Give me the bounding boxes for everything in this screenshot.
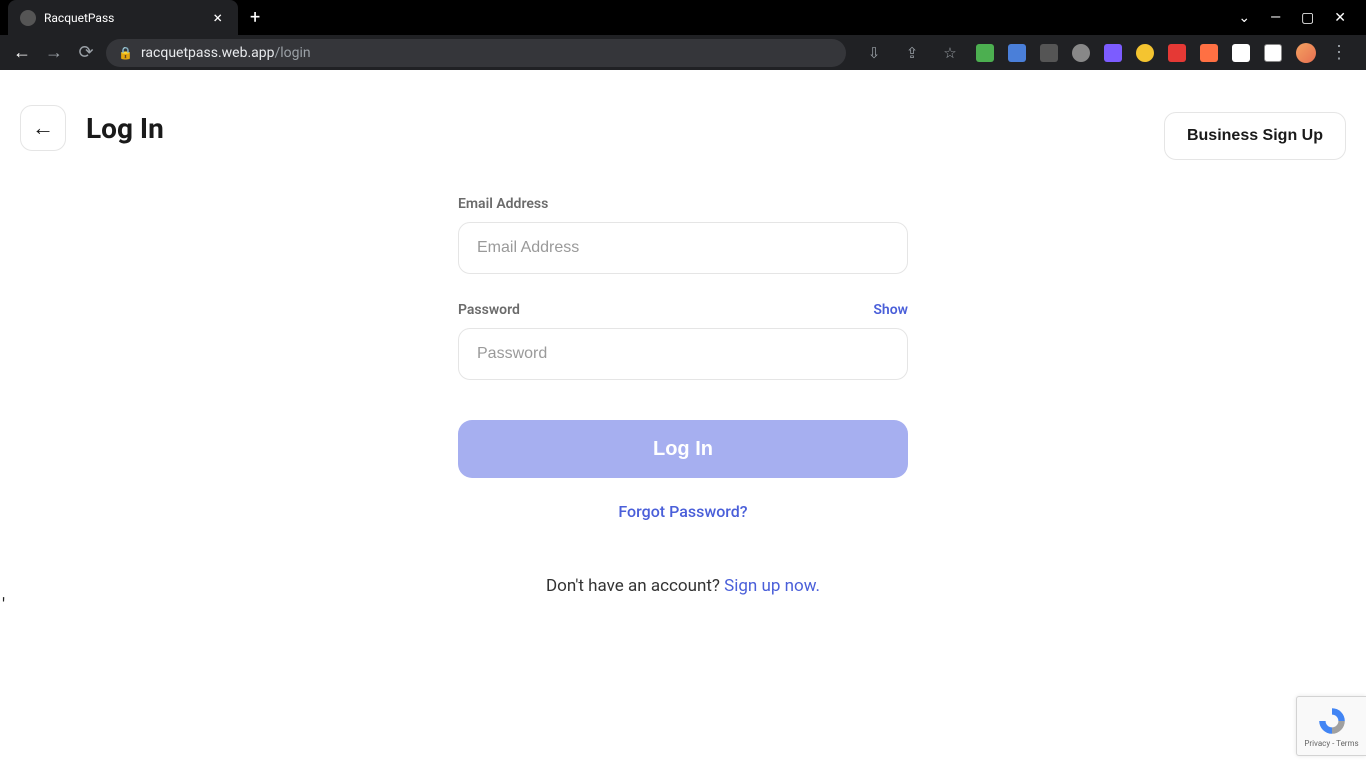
- new-tab-button[interactable]: +: [250, 7, 260, 28]
- window-controls: ⌄ — ▢ ✕: [1238, 10, 1366, 26]
- login-form: Email Address Password Show Log In Forgo…: [458, 196, 908, 596]
- chevron-down-icon[interactable]: ⌄: [1238, 10, 1250, 26]
- recaptcha-icon: [1316, 705, 1348, 737]
- back-button[interactable]: ←: [20, 105, 66, 151]
- password-input[interactable]: [458, 328, 908, 380]
- star-icon[interactable]: ☆: [938, 44, 962, 62]
- reload-icon[interactable]: ⟳: [74, 42, 98, 63]
- side-panel-icon[interactable]: [1264, 44, 1282, 62]
- page-content: ← Log In Business Sign Up Email Address …: [0, 70, 1366, 768]
- password-label: Password: [458, 302, 520, 318]
- extension-icon[interactable]: [1200, 44, 1218, 62]
- email-input[interactable]: [458, 222, 908, 274]
- address-bar[interactable]: 🔒 racquetpass.web.app/login: [106, 39, 846, 67]
- recaptcha-badge[interactable]: Privacy - Terms: [1296, 696, 1366, 756]
- stray-text: ': [2, 595, 5, 616]
- browser-tab[interactable]: RacquetPass ×: [8, 0, 238, 35]
- extension-icon[interactable]: [1136, 44, 1154, 62]
- tab-title: RacquetPass: [44, 11, 209, 25]
- url-host: racquetpass.web.app: [141, 45, 275, 61]
- browser-chrome: RacquetPass × + ⌄ — ▢ ✕ ← → ⟳ 🔒 racquetp…: [0, 0, 1366, 70]
- favicon-icon: [20, 10, 36, 26]
- extensions-puzzle-icon[interactable]: [1232, 44, 1250, 62]
- business-signup-button[interactable]: Business Sign Up: [1164, 112, 1346, 160]
- nav-back-icon[interactable]: ←: [10, 42, 34, 63]
- maximize-icon[interactable]: ▢: [1301, 10, 1314, 26]
- extension-icon[interactable]: [1104, 44, 1122, 62]
- download-icon[interactable]: ⇩: [862, 44, 886, 62]
- lock-icon: 🔒: [118, 46, 133, 60]
- signup-prompt-text: Don't have an account?: [546, 576, 724, 596]
- nav-forward-icon[interactable]: →: [42, 42, 66, 63]
- extension-icon[interactable]: [1008, 44, 1026, 62]
- show-password-link[interactable]: Show: [873, 302, 908, 318]
- menu-kebab-icon[interactable]: ⋮: [1330, 42, 1348, 63]
- profile-avatar[interactable]: [1296, 43, 1316, 63]
- email-label: Email Address: [458, 196, 548, 212]
- minimize-icon[interactable]: —: [1270, 10, 1281, 26]
- extension-icon[interactable]: [1072, 44, 1090, 62]
- signup-link[interactable]: Sign up now.: [724, 576, 820, 596]
- extension-icon[interactable]: [1040, 44, 1058, 62]
- extension-icon[interactable]: [1168, 44, 1186, 62]
- url-path: /login: [275, 45, 311, 61]
- tab-bar: RacquetPass × + ⌄ — ▢ ✕: [0, 0, 1366, 35]
- forgot-password-link[interactable]: Forgot Password?: [458, 502, 908, 521]
- page-title: Log In: [86, 112, 164, 145]
- page-header: ← Log In: [20, 105, 1346, 151]
- extension-icon[interactable]: [976, 44, 994, 62]
- extension-icons: ⇩ ⇪ ☆ ⋮: [854, 42, 1356, 63]
- arrow-left-icon: ←: [32, 115, 54, 141]
- close-tab-icon[interactable]: ×: [209, 8, 226, 27]
- login-button[interactable]: Log In: [458, 420, 908, 478]
- address-bar-row: ← → ⟳ 🔒 racquetpass.web.app/login ⇩ ⇪ ☆ …: [0, 35, 1366, 70]
- share-icon[interactable]: ⇪: [900, 44, 924, 62]
- signup-prompt-row: Don't have an account? Sign up now.: [458, 576, 908, 596]
- close-window-icon[interactable]: ✕: [1334, 10, 1346, 26]
- recaptcha-terms[interactable]: Privacy - Terms: [1304, 739, 1358, 748]
